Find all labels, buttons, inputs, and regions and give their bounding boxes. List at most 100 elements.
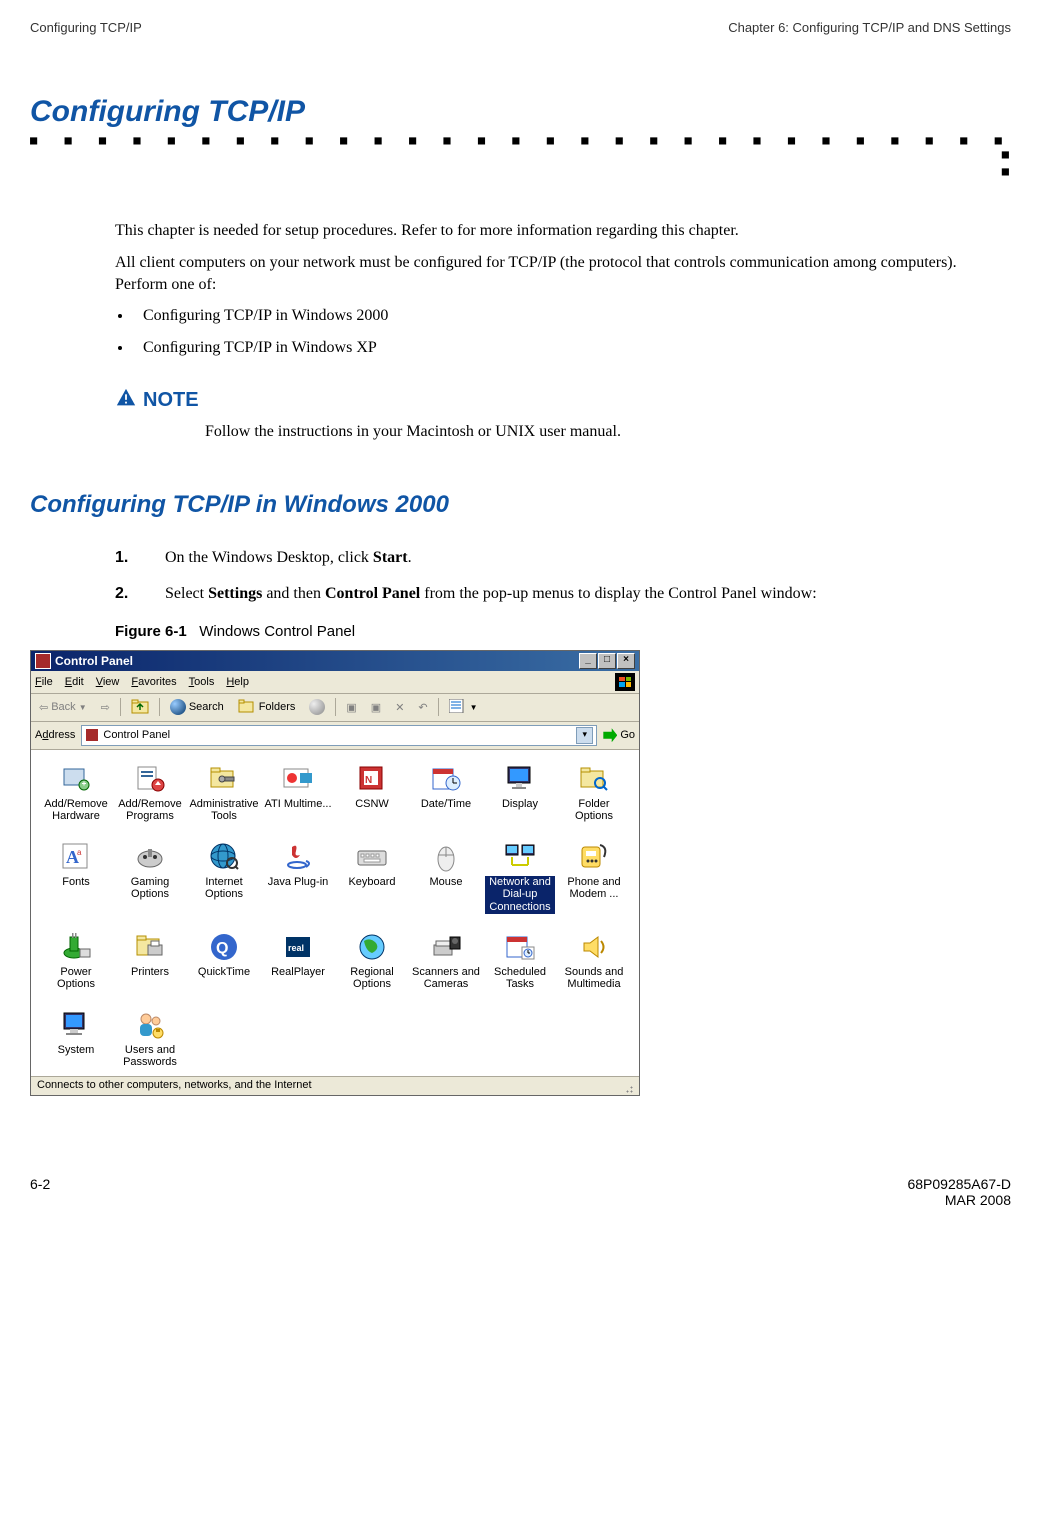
folders-icon (238, 698, 256, 717)
step-item: 2. Select Settings and then Control Pane… (115, 585, 1011, 603)
svg-text:real: real (288, 943, 304, 953)
history-icon (309, 699, 325, 715)
figure-number: Figure 6-1 (115, 623, 187, 640)
control-panel-body: Add/Remove HardwareAdd/Remove ProgramsAd… (31, 750, 639, 1076)
page-footer: 6-2 68P09285A67-D MAR 2008 (30, 1176, 1011, 1208)
control-panel-item-label: Mouse (429, 876, 462, 902)
csnw-icon: N (355, 762, 389, 796)
control-panel-item[interactable]: Power Options (39, 928, 113, 994)
scanner-icon (429, 930, 463, 964)
views-button[interactable]: ▼ (445, 698, 482, 717)
control-panel-item-label: Date/Time (421, 798, 471, 824)
control-panel-item[interactable]: Network and Dial-up Connections (483, 838, 557, 916)
views-icon (449, 699, 467, 716)
java-icon (281, 840, 315, 874)
control-panel-item-label: Sounds and Multimedia (559, 966, 629, 992)
inet-icon (207, 840, 241, 874)
control-panel-item-label: Internet Options (189, 876, 259, 902)
statusbar: Connects to other computers, networks, a… (31, 1076, 639, 1095)
control-panel-icon (85, 728, 99, 742)
undo-icon: ↶ (418, 701, 427, 714)
window-title: Control Panel (55, 654, 133, 668)
go-button[interactable]: Go (603, 728, 635, 742)
control-panel-item[interactable]: Add/Remove Programs (113, 760, 187, 826)
regional-icon (355, 930, 389, 964)
note-block: NOTE Follow the instructions in your Mac… (115, 387, 991, 441)
forward-button[interactable]: ⇨ (97, 700, 114, 715)
address-dropdown-button[interactable]: ▾ (576, 727, 593, 744)
control-panel-item[interactable]: System (39, 1006, 113, 1072)
control-panel-item[interactable]: Gaming Options (113, 838, 187, 916)
control-panel-item[interactable]: Administrative Tools (187, 760, 261, 826)
real-icon: real (281, 930, 315, 964)
move-to-button[interactable]: ▣ (342, 700, 360, 715)
control-panel-item[interactable]: realRealPlayer (261, 928, 335, 994)
resize-grip-icon[interactable] (619, 1079, 633, 1093)
control-panel-item-label: Gaming Options (115, 876, 185, 902)
control-panel-item[interactable]: Phone and Modem ... (557, 838, 631, 916)
back-button[interactable]: ⇦ Back ▼ (35, 700, 91, 715)
search-button[interactable]: Search (166, 698, 228, 716)
control-panel-item[interactable]: Sounds and Multimedia (557, 928, 631, 994)
control-panel-item[interactable]: Java Plug-in (261, 838, 335, 916)
control-panel-item[interactable]: AaFonts (39, 838, 113, 916)
control-panel-item[interactable]: Printers (113, 928, 187, 994)
control-panel-item[interactable]: Folder Options (557, 760, 631, 826)
power-icon (59, 930, 93, 964)
control-panel-item-label: Users and Passwords (115, 1044, 185, 1070)
history-button[interactable] (305, 698, 329, 716)
minimize-button[interactable]: _ (579, 653, 597, 669)
folders-button[interactable]: Folders (234, 697, 300, 718)
figure-caption: Figure 6-1 Windows Control Panel (115, 623, 1011, 640)
menu-favorites[interactable]: Favorites (131, 676, 176, 688)
control-panel-item[interactable]: Add/Remove Hardware (39, 760, 113, 826)
footer-doc-number: 68P09285A67-D (907, 1176, 1011, 1192)
step-text: Select Settings and then Control Panel f… (165, 585, 1011, 603)
control-panel-item[interactable]: Display (483, 760, 557, 826)
control-panel-item[interactable]: Internet Options (187, 838, 261, 916)
menu-tools[interactable]: Tools (189, 676, 215, 688)
delete-icon: ✕ (395, 701, 404, 714)
menubar: File Edit View Favorites Tools Help (31, 671, 639, 694)
window-titlebar[interactable]: Control Panel _ □ × (31, 651, 639, 671)
qt-icon: Q (207, 930, 241, 964)
undo-button[interactable]: ↶ (414, 700, 431, 715)
menu-view[interactable]: View (96, 676, 120, 688)
control-panel-item[interactable]: NCSNW (335, 760, 409, 826)
prog-icon (133, 762, 167, 796)
note-label: NOTE (143, 389, 199, 412)
menu-edit[interactable]: Edit (65, 676, 84, 688)
control-panel-item-label: Folder Options (559, 798, 629, 824)
svg-text:N: N (365, 775, 372, 786)
address-value: Control Panel (103, 729, 170, 741)
control-panel-item[interactable]: Regional Options (335, 928, 409, 994)
control-panel-item[interactable]: Date/Time (409, 760, 483, 826)
control-panel-item[interactable]: Scheduled Tasks (483, 928, 557, 994)
fonts-icon: Aa (59, 840, 93, 874)
printers-icon (133, 930, 167, 964)
control-panel-item-label: Network and Dial-up Connections (485, 876, 555, 914)
delete-button[interactable]: ✕ (391, 700, 408, 715)
page-title: Conﬁguring TCP/IP (30, 95, 1011, 129)
control-panel-item[interactable]: Scanners and Cameras (409, 928, 483, 994)
address-field[interactable]: Control Panel ▾ (81, 725, 597, 746)
menu-help[interactable]: Help (226, 676, 249, 688)
control-panel-item[interactable]: Users and Passwords (113, 1006, 187, 1072)
menu-file[interactable]: File (35, 676, 53, 688)
tasks-icon (503, 930, 537, 964)
control-panel-item-label: Add/Remove Hardware (41, 798, 111, 824)
copy-to-button[interactable]: ▣ (367, 700, 385, 715)
control-panel-item[interactable]: ATI Multime... (261, 760, 335, 826)
section-title: Conﬁguring TCP/IP in Windows 2000 (30, 491, 1011, 519)
control-panel-item-label: Power Options (41, 966, 111, 992)
step-number: 2. (115, 585, 165, 603)
control-panel-item[interactable]: QQuickTime (187, 928, 261, 994)
close-button[interactable]: × (617, 653, 635, 669)
up-button[interactable] (127, 697, 153, 718)
control-panel-item-label: Scheduled Tasks (485, 966, 555, 992)
control-panel-item[interactable]: Keyboard (335, 838, 409, 916)
addressbar: Address Control Panel ▾ Go (31, 722, 639, 750)
control-panel-item[interactable]: Mouse (409, 838, 483, 916)
control-panel-item-label: Display (502, 798, 538, 824)
maximize-button[interactable]: □ (598, 653, 616, 669)
